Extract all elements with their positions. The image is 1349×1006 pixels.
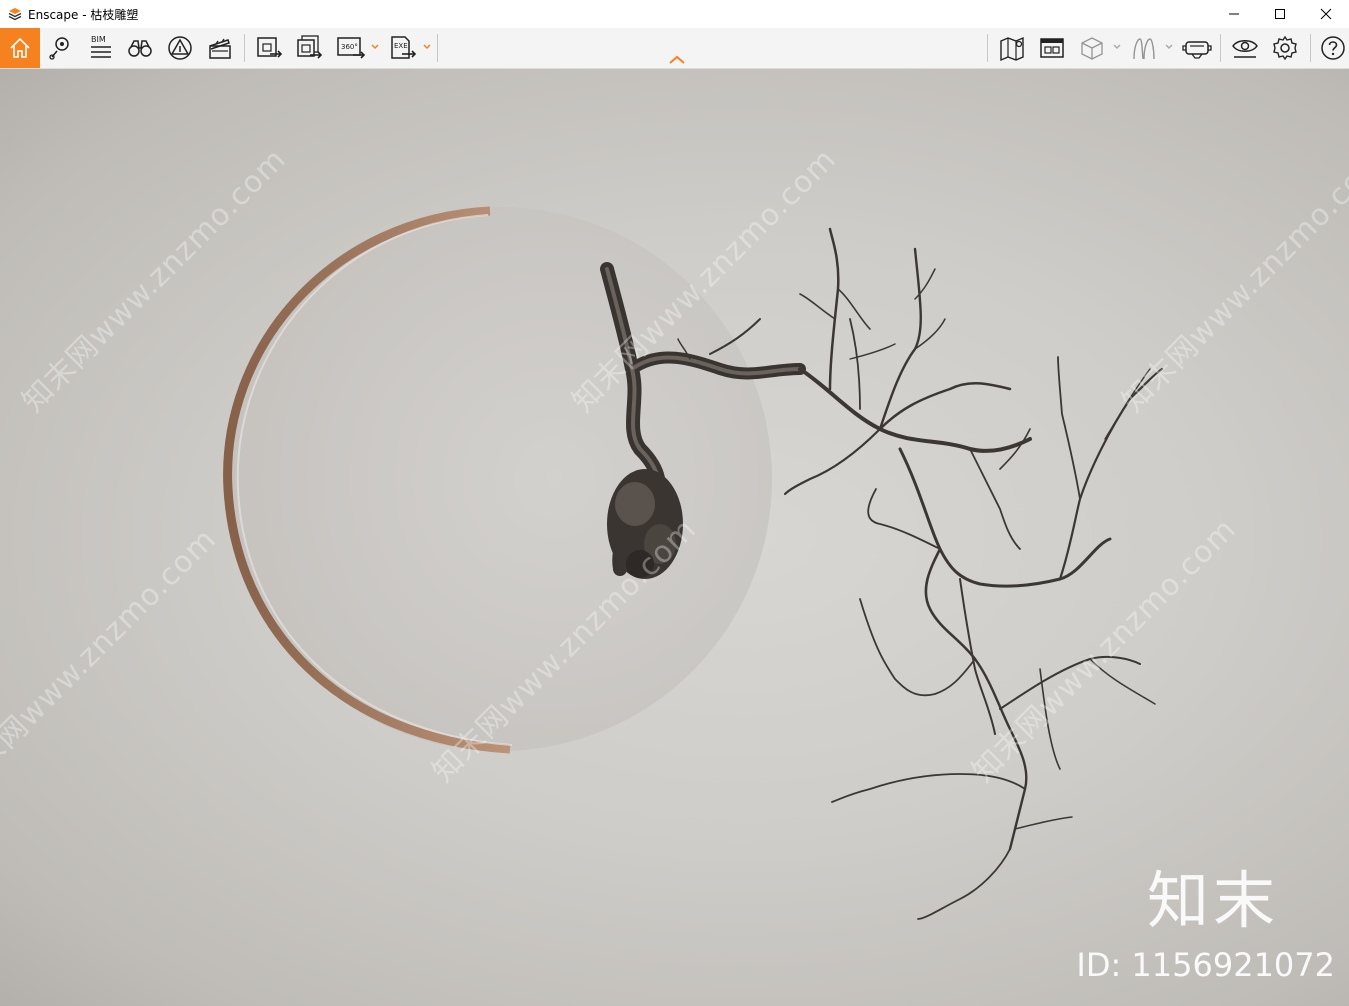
asset-library-icon [1133,38,1155,60]
window-title: Enscape - 枯枝雕塑 [28,7,139,22]
minimize-icon [1229,13,1239,15]
help-button[interactable] [1316,28,1349,68]
views-button[interactable] [42,28,78,68]
bim-button[interactable]: BIM [82,28,118,68]
bim-info-icon: BIM [91,35,111,58]
toolbar-separator [987,34,988,62]
maximize-button[interactable] [1257,0,1303,28]
main-toolbar: BIM 360° EXE [0,28,1349,69]
panorama-dropdown-chevron-icon[interactable] [370,42,380,52]
atmosphere-icon [168,36,192,60]
svg-text:EXE: EXE [394,42,408,50]
enscape-logo-icon [8,8,22,21]
settings-button[interactable] [1266,28,1304,68]
toolbar-separator [437,34,438,62]
svg-text:360°: 360° [341,43,358,51]
close-button[interactable] [1303,0,1349,28]
location-pin-icon [49,37,69,60]
vr-headset-button[interactable] [1178,28,1216,68]
exe-export-icon: EXE [391,36,417,59]
walk-mode-button[interactable] [122,28,158,68]
toolbar-separator [1310,34,1311,62]
collapse-toolbar-chevron-up-icon[interactable] [668,54,686,66]
map-button[interactable] [994,28,1030,68]
screenshot-export-icon [257,37,283,58]
vr-headset-icon [1182,41,1212,59]
batch-export-icon [297,35,323,59]
screenshot-export-button[interactable] [250,28,288,68]
panorama-button[interactable]: 360° [332,28,370,68]
settings-icon [1273,35,1297,61]
clapperboard-icon [209,38,231,59]
home-icon [10,37,30,58]
exe-export-button[interactable]: EXE [384,28,422,68]
exe-dropdown-chevron-icon[interactable] [422,42,432,52]
visual-settings-button[interactable] [1226,28,1264,68]
minimize-button[interactable] [1211,0,1257,28]
visibility-icon [1232,40,1258,58]
render-viewport[interactable]: 知末网www.znzmo.com 知末网www.znzmo.com 知末网www… [0,69,1349,1006]
view-management-icon [1040,38,1064,58]
atmosphere-button[interactable] [162,28,198,68]
asset-library-button[interactable] [1126,28,1162,68]
material-dropdown-chevron-icon[interactable] [1112,42,1122,52]
toolbar-separator [244,34,245,62]
video-editor-button[interactable] [202,28,238,68]
view-management-button[interactable] [1034,28,1070,68]
brand-watermark-logo: 知末 [1146,864,1279,937]
asset-dropdown-chevron-icon[interactable] [1164,42,1174,52]
binoculars-icon [128,40,152,57]
help-icon [1321,36,1345,60]
close-icon [1320,8,1332,20]
cube-icon [1081,37,1103,60]
title-bar: Enscape - 枯枝雕塑 [0,0,1349,28]
maximize-icon [1275,9,1285,19]
material-editor-button[interactable] [1074,28,1110,68]
home-button[interactable] [0,28,40,68]
batch-export-button[interactable] [290,28,328,68]
panorama-360-icon: 360° [337,37,366,59]
svg-text:BIM: BIM [91,35,106,44]
toolbar-separator [1220,34,1221,62]
brand-watermark-id: ID: 1156921072 [1076,946,1335,984]
map-icon [1000,36,1024,62]
